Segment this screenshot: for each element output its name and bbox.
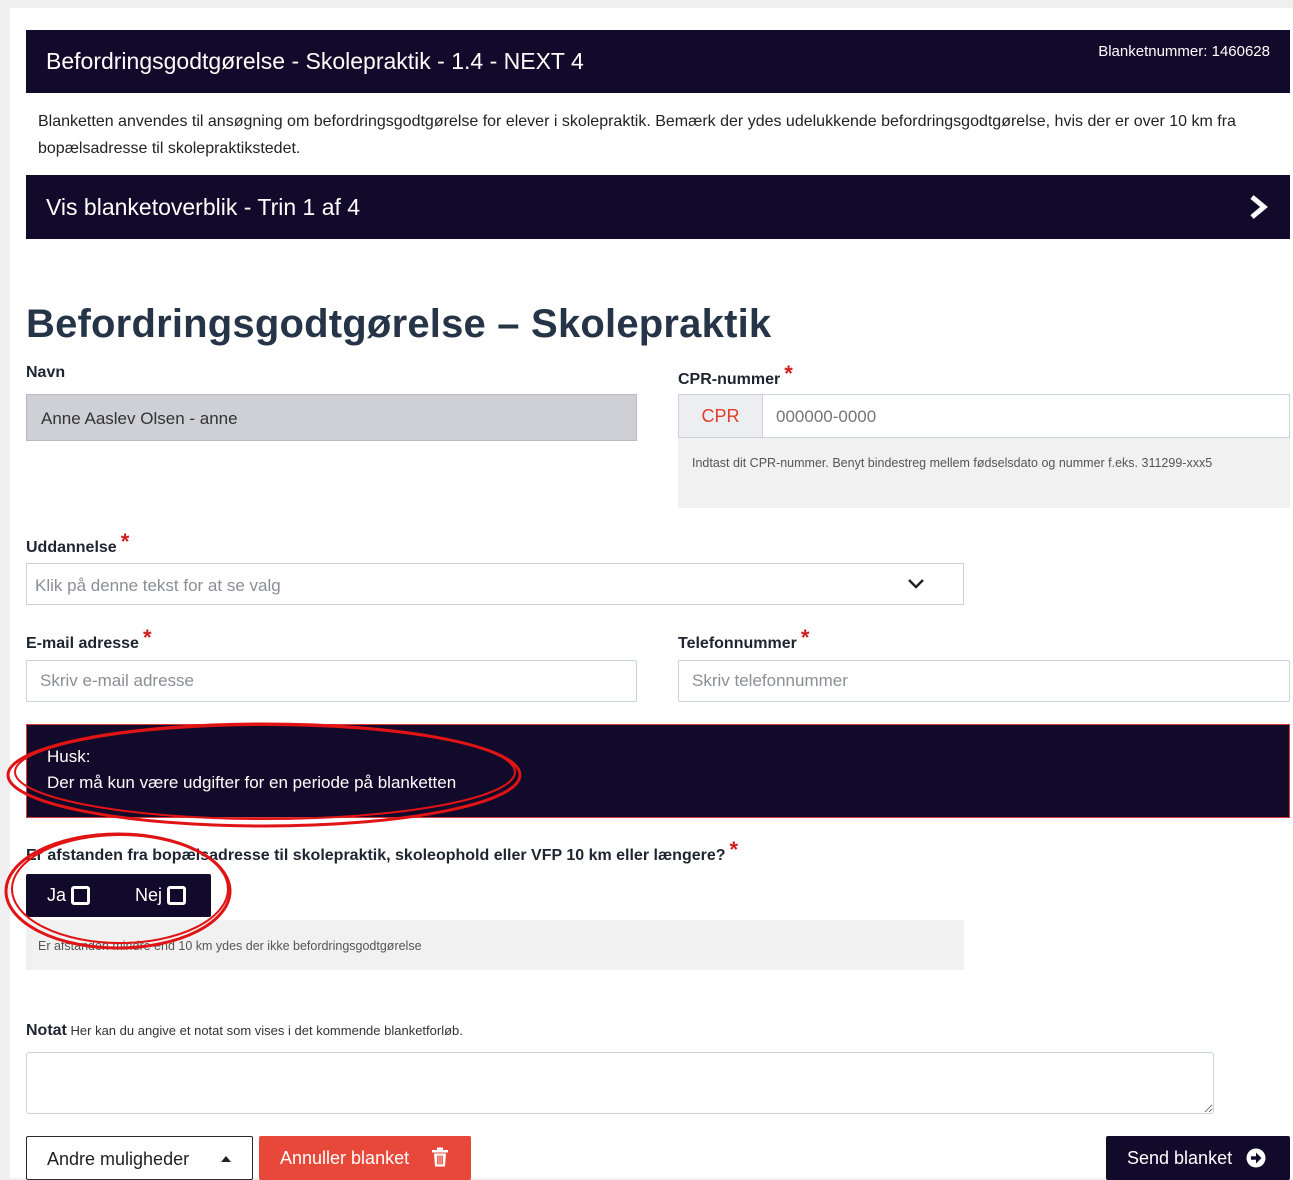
send-form-button[interactable]: Send blanket — [1106, 1136, 1290, 1180]
email-field[interactable] — [26, 660, 637, 702]
name-field: Anne Aaslev Olsen - anne — [26, 394, 637, 441]
education-label-text: Uddannelse — [26, 539, 117, 556]
option-nej-label: Nej — [135, 885, 163, 905]
distance-question-text: Er afstanden fra bopælsadresse til skole… — [26, 847, 726, 864]
notice-text: Der må kun være udgifter for en periode … — [47, 773, 457, 792]
cancel-form-button[interactable]: Annuller blanket — [259, 1136, 471, 1180]
required-marker: * — [142, 625, 152, 650]
option-ja[interactable]: Ja — [47, 874, 91, 917]
required-marker: * — [800, 625, 810, 650]
chevron-right-icon — [1250, 195, 1268, 219]
required-marker: * — [729, 837, 739, 862]
education-label: Uddannelse * — [26, 529, 130, 558]
circle-arrow-right-icon — [1246, 1148, 1266, 1168]
note-label-title: Notat — [26, 1022, 67, 1039]
distance-question-label: Er afstanden fra bopælsadresse til skole… — [26, 837, 739, 866]
checkbox-icon — [71, 886, 91, 905]
checkbox-icon — [167, 886, 187, 905]
page-title: Befordringsgodtgørelse – Skolepraktik — [26, 302, 772, 346]
form-number: Blanketnummer: 1460628 — [1098, 43, 1270, 60]
cpr-help-text: Indtast dit CPR-nummer. Benyt bindestreg… — [678, 438, 1290, 508]
form-header: Befordringsgodtgørelse - Skolepraktik - … — [26, 30, 1290, 93]
email-label: E-mail adresse * — [26, 625, 152, 654]
cancel-form-label: Annuller blanket — [280, 1148, 410, 1168]
cpr-label: CPR-nummer * — [678, 361, 793, 390]
distance-toggle-group: Ja Nej — [26, 874, 211, 917]
phone-field[interactable] — [678, 660, 1290, 702]
overview-label: Vis blanketoverblik - Trin 1 af 4 — [46, 194, 361, 220]
note-label: Notat Her kan du angive et notat som vis… — [26, 1022, 463, 1040]
education-placeholder: Klik på denne tekst for at se valg — [35, 576, 281, 595]
cpr-input[interactable] — [763, 395, 1293, 439]
chevron-down-icon — [908, 579, 924, 589]
caret-up-icon — [221, 1156, 231, 1162]
other-options-label: Andre muligheder — [47, 1149, 190, 1169]
form-title: Befordringsgodtgørelse - Skolepraktik - … — [46, 48, 584, 74]
notice-box: Husk: Der må kun være udgifter for en pe… — [26, 724, 1290, 818]
option-ja-label: Ja — [47, 885, 67, 905]
notice-title: Husk: — [47, 747, 91, 766]
phone-label-text: Telefonnummer — [678, 635, 797, 652]
other-options-button[interactable]: Andre muligheder — [26, 1136, 253, 1180]
cpr-label-text: CPR-nummer — [678, 371, 781, 388]
option-nej[interactable]: Nej — [135, 874, 187, 917]
name-label: Navn — [26, 364, 66, 381]
send-form-label: Send blanket — [1127, 1148, 1233, 1168]
note-hint: Her kan du angive et notat som vises i d… — [70, 1023, 463, 1038]
distance-help-text: Er afstanden mindre end 10 km ydes der i… — [26, 920, 964, 970]
required-marker: * — [120, 529, 130, 554]
cpr-addon: CPR — [679, 395, 763, 437]
email-label-text: E-mail adresse — [26, 635, 139, 652]
form-overview-toggle[interactable]: Vis blanketoverblik - Trin 1 af 4 — [26, 175, 1290, 239]
name-value: Anne Aaslev Olsen - anne — [41, 409, 238, 428]
trash-icon — [432, 1147, 448, 1167]
education-select[interactable]: Klik på denne tekst for at se valg — [26, 563, 964, 605]
phone-label: Telefonnummer * — [678, 625, 810, 654]
required-marker: * — [784, 361, 793, 386]
form-description: Blanketten anvendes til ansøgning om bef… — [38, 113, 1236, 157]
cpr-input-group: CPR — [678, 394, 1293, 439]
note-textarea[interactable] — [26, 1052, 1214, 1114]
